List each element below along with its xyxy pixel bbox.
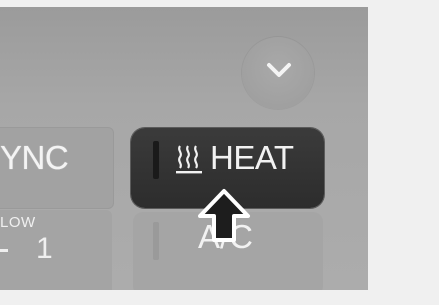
heat-label: HEAT (210, 139, 294, 176)
heat-indicator-light (153, 141, 159, 179)
seat-heat-icon (176, 145, 202, 174)
sync-label: YNC (0, 139, 69, 176)
chevron-down-icon (267, 63, 291, 77)
fan-flow-value: 1 (36, 232, 53, 265)
expand-chevron-button[interactable] (242, 37, 314, 109)
ac-indicator-light (153, 222, 159, 260)
up-arrow-pointer-icon (198, 189, 250, 242)
screenshot-stage: YNC HEAT LOW 1 A/C (0, 0, 439, 305)
fan-minus-icon (0, 249, 8, 252)
fan-flow-label: LOW (0, 214, 36, 231)
